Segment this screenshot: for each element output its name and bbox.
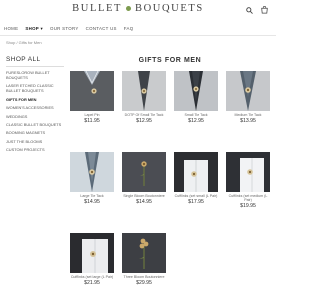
product-image[interactable] (70, 233, 114, 273)
product-price: $19.95 (240, 203, 256, 210)
product-name[interactable]: Small Tie Tack (174, 113, 218, 117)
nav-contact-us[interactable]: CONTACT US (86, 26, 117, 32)
product-card[interactable]: Medium Tie Tack $13.95 (226, 71, 270, 124)
product-image[interactable] (70, 71, 114, 111)
product-image[interactable] (226, 71, 270, 111)
sidebar-title[interactable]: SHOP ALL (6, 56, 64, 63)
product-card[interactable]: DOTP Of Small Tie Tack $12.95 (122, 71, 166, 124)
product-price: $14.95 (84, 199, 100, 206)
product-name[interactable]: Medium Tie Tack (226, 113, 270, 117)
product-image[interactable] (122, 233, 166, 273)
product-image[interactable] (226, 152, 270, 192)
product-price: $14.95 (136, 199, 152, 206)
product-image[interactable] (174, 152, 218, 192)
product-price: $11.95 (84, 118, 100, 125)
product-price: $21.95 (84, 280, 100, 287)
sidebar-item-classic-bouquets[interactable]: Classic Bullet Bouquets (6, 122, 64, 127)
product-price: $12.95 (188, 118, 204, 125)
product-image[interactable] (174, 71, 218, 111)
product-card[interactable]: Three Bloom Boutonniere $29.95 (122, 233, 166, 286)
sidebar-item-just-the-blooms[interactable]: Just the Blooms (6, 139, 64, 144)
sidebar-divider (6, 66, 64, 67)
page-title: GIFTS FOR MEN (138, 57, 202, 64)
sidebar-item-womens-accessories[interactable]: Women's Accessories (6, 105, 64, 110)
sidebar-item-fureslorow[interactable]: Fureslorow Bullet Bouquets (6, 70, 64, 80)
breadcrumb[interactable]: Shop / Gifts for Men (6, 40, 42, 45)
search-icon[interactable] (246, 6, 253, 14)
product-card[interactable]: Small Tie Tack $12.95 (174, 71, 218, 124)
product-name[interactable]: Single Bloom Boutonniere (122, 194, 166, 198)
product-card[interactable]: Large Tie Tack $14.95 (70, 152, 114, 205)
product-price: $17.95 (188, 199, 204, 206)
product-name[interactable]: Cufflinks (set small (L Pair) (174, 194, 218, 198)
product-name[interactable]: Cufflinks (set medium (L Pair) (226, 194, 270, 202)
main-nav: HOME SHOP ▾ OUR STORY CONTACT US FAQ (4, 26, 133, 32)
product-image[interactable] (122, 152, 166, 192)
site-header: BULLET BOUQUETS (0, 0, 276, 24)
product-card[interactable]: Cufflinks (set large (L Pair) $21.95 (70, 233, 114, 286)
sidebar-item-custom-projects[interactable]: Custom Projects (6, 147, 64, 152)
product-name[interactable]: Cufflinks (set large (L Pair) (70, 275, 114, 279)
nav-shop-label: SHOP (25, 26, 39, 31)
nav-our-story[interactable]: OUR STORY (50, 26, 79, 32)
logo-right-text: BOUQUETS (135, 3, 204, 14)
nav-faq[interactable]: FAQ (124, 26, 134, 32)
product-card[interactable]: Cufflinks (set medium (L Pair) $19.95 (226, 152, 270, 209)
product-name[interactable]: DOTP Of Small Tie Tack (122, 113, 166, 117)
nav-shop[interactable]: SHOP ▾ (25, 26, 43, 32)
logo-dot-icon (126, 5, 132, 11)
product-card[interactable]: Lapel Pin $11.95 (70, 71, 114, 124)
cart-icon[interactable] (261, 6, 268, 14)
product-card[interactable]: Single Bloom Boutonniere $14.95 (122, 152, 166, 205)
category-sidebar: SHOP ALL Fureslorow Bullet Bouquets Lase… (6, 56, 64, 156)
product-price: $29.95 (136, 280, 152, 287)
sidebar-item-weddings[interactable]: Weddings (6, 114, 64, 119)
product-image[interactable] (122, 71, 166, 111)
site-logo[interactable]: BULLET BOUQUETS (0, 3, 276, 14)
sidebar-item-booming-magnets[interactable]: Booming Magnets (6, 130, 64, 135)
product-name[interactable]: Lapel Pin (70, 113, 114, 117)
nav-divider (0, 35, 276, 36)
sidebar-item-laser-etched[interactable]: Laser Etched Classic Bullet Bouquets (6, 83, 64, 93)
product-name[interactable]: Three Bloom Boutonniere (122, 275, 166, 279)
product-name[interactable]: Large Tie Tack (70, 194, 114, 198)
sidebar-item-gifts-for-men[interactable]: Gifts for Men (6, 97, 64, 102)
product-image[interactable] (70, 152, 114, 192)
product-card[interactable]: Cufflinks (set small (L Pair) $17.95 (174, 152, 218, 205)
logo-left-text: BULLET (72, 3, 123, 14)
product-price: $12.95 (136, 118, 152, 125)
nav-home[interactable]: HOME (4, 26, 18, 32)
product-price: $13.95 (240, 118, 256, 125)
